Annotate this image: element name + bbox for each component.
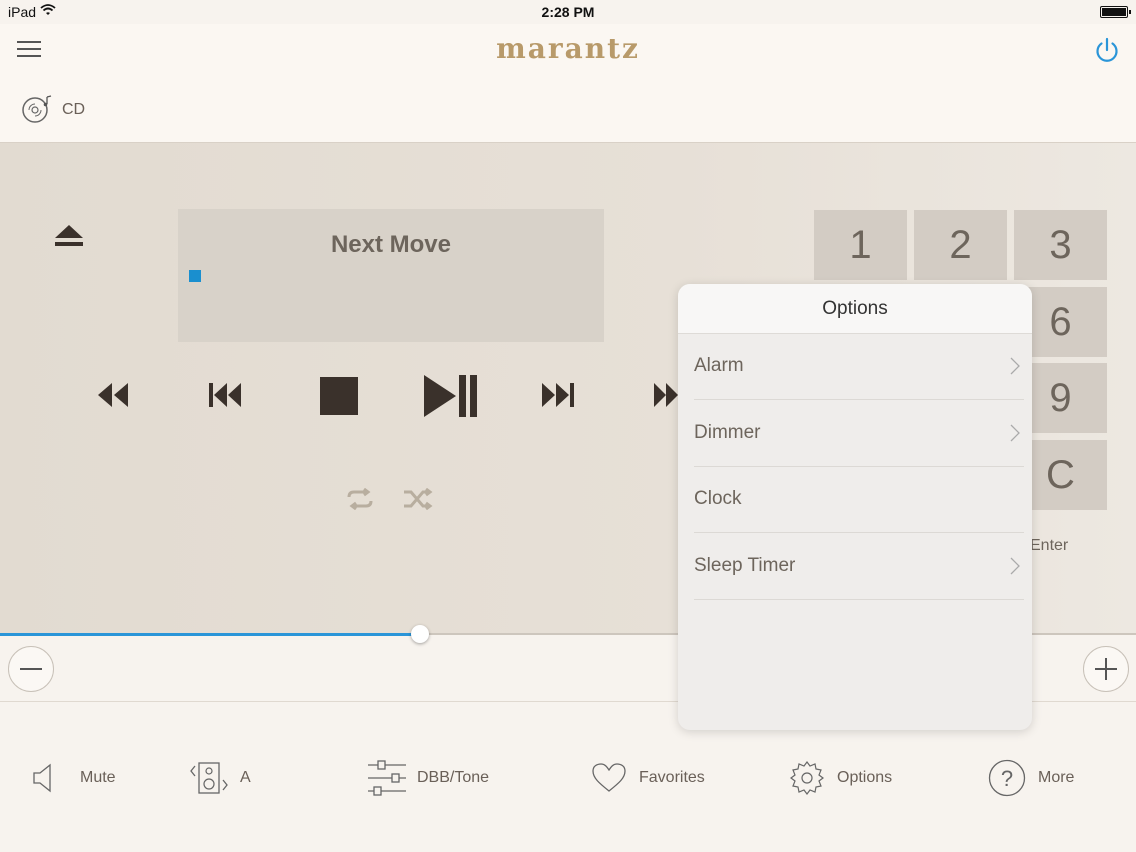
chevron-right-icon [1010, 424, 1020, 442]
more-label: More [1038, 769, 1075, 786]
repeat-icon[interactable] [345, 488, 375, 510]
stop-icon[interactable] [319, 376, 359, 416]
source-label: CD [62, 101, 86, 118]
options-button[interactable]: Options [789, 756, 892, 800]
heart-icon [592, 763, 626, 792]
playing-indicator [189, 270, 201, 282]
option-alarm[interactable]: Alarm [694, 333, 1024, 400]
keypad-key-2[interactable]: 2 [914, 210, 1007, 280]
power-icon[interactable] [1093, 36, 1121, 64]
favorites-label: Favorites [639, 769, 705, 786]
clock-time: 2:28 PM [541, 4, 595, 20]
next-track-icon[interactable] [540, 381, 576, 409]
option-label: Dimmer [694, 422, 761, 443]
speaker-mute-icon [33, 763, 51, 793]
equalizer-icon [368, 760, 406, 796]
mute-label: Mute [80, 769, 116, 786]
gear-icon [790, 761, 824, 795]
volume-down-icon[interactable] [8, 646, 54, 692]
brand-logo: marantz [496, 32, 640, 65]
more-button[interactable]: ? More [988, 756, 1074, 800]
option-sleep-timer[interactable]: Sleep Timer [694, 533, 1024, 600]
previous-track-icon[interactable] [207, 381, 243, 409]
volume-fill [0, 633, 421, 636]
option-clock[interactable]: Clock [694, 466, 1024, 533]
app-header: marantz CD [0, 24, 1136, 143]
dbb-tone-button[interactable]: DBB/Tone [366, 756, 489, 800]
options-popover: Options Alarm Dimmer Clock Sleep Timer [678, 284, 1032, 730]
speaker-icon [190, 762, 228, 794]
dbb-tone-label: DBB/Tone [417, 769, 490, 786]
keypad-enter-button[interactable]: Enter [1030, 537, 1068, 555]
speaker-select-button[interactable]: A [188, 756, 251, 800]
fast-forward-icon[interactable] [652, 381, 680, 409]
help-icon: ? [988, 759, 1026, 797]
volume-up-icon[interactable] [1083, 646, 1129, 692]
speaker-label: A [240, 769, 251, 786]
keypad-key-1[interactable]: 1 [814, 210, 907, 280]
mute-button[interactable]: Mute [32, 756, 116, 800]
cd-source-icon [22, 95, 52, 123]
favorites-button[interactable]: Favorites [591, 756, 705, 800]
status-bar: iPad 2:28 PM [0, 0, 1136, 24]
shuffle-icon[interactable] [402, 488, 434, 510]
volume-slider-thumb[interactable] [411, 625, 430, 643]
track-title: Next Move [330, 231, 452, 258]
eject-icon[interactable] [53, 223, 85, 249]
option-label: Sleep Timer [694, 555, 796, 576]
svg-text:?: ? [1001, 766, 1013, 791]
option-dimmer[interactable]: Dimmer [694, 400, 1024, 467]
now-playing-display: Next Move [178, 209, 604, 342]
options-label: Options [837, 769, 893, 786]
chevron-right-icon [1010, 557, 1020, 575]
chevron-right-icon [1010, 357, 1020, 375]
option-label: Alarm [694, 355, 744, 376]
rewind-icon[interactable] [96, 381, 130, 409]
play-pause-icon[interactable] [423, 374, 479, 418]
battery-icon [1100, 6, 1131, 18]
option-label: Clock [694, 488, 742, 509]
popover-title: Options [678, 284, 1032, 334]
keypad-key-3[interactable]: 3 [1014, 210, 1107, 280]
